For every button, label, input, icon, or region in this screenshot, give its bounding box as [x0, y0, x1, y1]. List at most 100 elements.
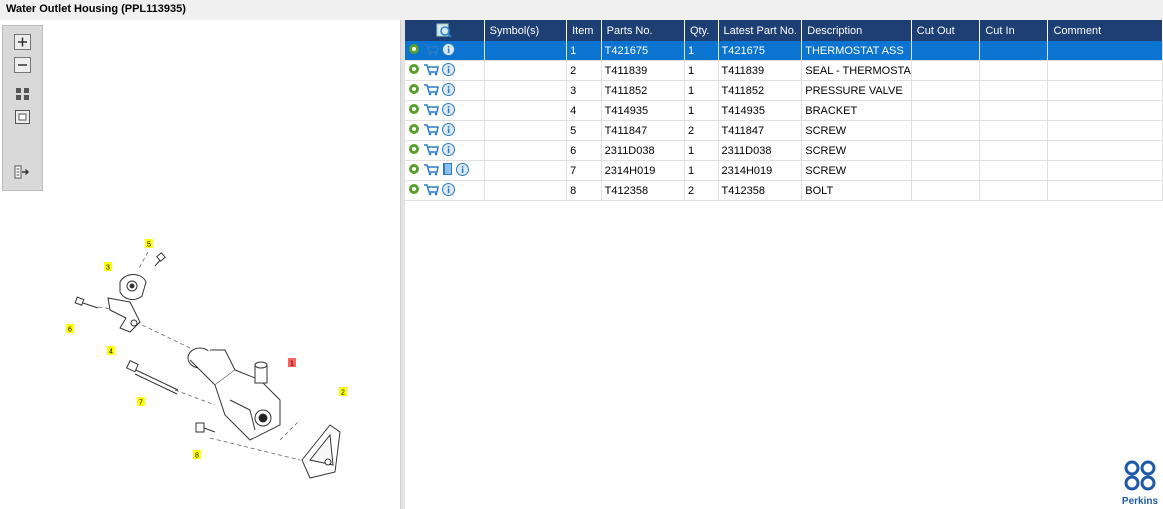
cart-icon[interactable] — [423, 63, 439, 79]
row-actions — [405, 140, 485, 161]
table-row[interactable]: 2 T411839 1 T411839 SEAL - THERMOSTA — [405, 60, 1163, 81]
cell-description: SCREW — [801, 140, 912, 161]
cell-cut-out — [911, 60, 981, 81]
cell-parts-no: T411852 — [601, 80, 686, 101]
column-qty[interactable]: Qty. — [684, 20, 719, 41]
cart-icon[interactable] — [423, 183, 439, 199]
exploded-parts-diagram[interactable]: 5 3 6 4 1 2 7 8 — [50, 210, 370, 490]
callout-2[interactable]: 2 — [339, 387, 347, 397]
cell-parts-no: T412358 — [601, 180, 686, 201]
cell-item: 3 — [566, 80, 602, 101]
info-icon[interactable] — [442, 122, 455, 139]
column-symbols[interactable]: Symbol(s) — [484, 20, 568, 41]
cell-latest-part-no: T414935 — [718, 100, 803, 121]
parts-table: Symbol(s) Item Parts No. Qty. Latest Par… — [405, 20, 1163, 201]
pressure-valve-drawing — [119, 274, 147, 300]
zoom-in-icon[interactable] — [14, 34, 31, 50]
cart-icon[interactable] — [423, 43, 439, 59]
cell-cut-in — [979, 120, 1049, 141]
cell-comment — [1047, 60, 1163, 81]
cell-cut-in — [979, 180, 1049, 201]
table-row[interactable]: 4 T414935 1 T414935 BRACKET — [405, 100, 1163, 121]
search-icon[interactable] — [436, 23, 452, 38]
cell-cut-out — [911, 100, 981, 121]
info-icon[interactable] — [442, 42, 455, 59]
column-latest-part-no[interactable]: Latest Part No. — [718, 20, 803, 41]
info-icon[interactable] — [442, 182, 455, 199]
table-row[interactable]: 8 T412358 2 T412358 BOLT — [405, 180, 1163, 201]
cart-icon[interactable] — [423, 163, 439, 179]
callout-1[interactable]: 1 — [288, 358, 296, 368]
table-row[interactable]: 5 T411847 2 T411847 SCREW — [405, 120, 1163, 141]
table-header: Symbol(s) Item Parts No. Qty. Latest Par… — [405, 20, 1163, 41]
perkins-logo: Perkins — [1120, 459, 1160, 507]
info-icon[interactable] — [442, 82, 455, 99]
cell-parts-no: 2311D038 — [601, 140, 686, 161]
cell-qty: 1 — [684, 100, 719, 121]
info-icon[interactable] — [456, 162, 469, 179]
svg-text:7: 7 — [139, 400, 143, 407]
column-description[interactable]: Description — [801, 20, 912, 41]
cell-latest-part-no: T411847 — [718, 120, 803, 141]
zoom-out-icon[interactable] — [14, 57, 31, 73]
cart-icon[interactable] — [423, 83, 439, 99]
gear-icon[interactable] — [408, 163, 420, 178]
cell-cut-in — [979, 60, 1049, 81]
cell-parts-no: T421675 — [601, 41, 686, 61]
row-actions — [405, 120, 485, 141]
actual-size-icon[interactable] — [14, 109, 31, 125]
cart-icon[interactable] — [423, 103, 439, 119]
cart-icon[interactable] — [423, 143, 439, 159]
cell-cut-in — [979, 140, 1049, 161]
title-bar: Water Outlet Housing (PPL113935) — [0, 0, 1163, 20]
cell-parts-no: T414935 — [601, 100, 686, 121]
export-icon[interactable] — [14, 164, 31, 180]
cell-description: THERMOSTAT ASS — [801, 41, 912, 61]
column-item[interactable]: Item — [566, 20, 602, 41]
parts-list-panel: Symbol(s) Item Parts No. Qty. Latest Par… — [405, 20, 1163, 509]
cell-qty: 1 — [684, 41, 719, 61]
info-icon[interactable] — [442, 142, 455, 159]
fit-grid-icon[interactable] — [14, 86, 31, 102]
callout-5[interactable]: 5 — [145, 239, 153, 249]
callout-4[interactable]: 4 — [107, 346, 115, 356]
gear-icon[interactable] — [408, 103, 420, 118]
callout-3[interactable]: 3 — [104, 262, 112, 272]
column-cut-in[interactable]: Cut In — [979, 20, 1049, 41]
zoom-toolbar — [2, 25, 43, 191]
callout-6[interactable]: 6 — [66, 324, 74, 334]
callout-7[interactable]: 7 — [137, 397, 145, 407]
column-parts-no[interactable]: Parts No. — [601, 20, 686, 41]
table-row[interactable]: 6 2311D038 1 2311D038 SCREW — [405, 140, 1163, 161]
info-icon[interactable] — [442, 62, 455, 79]
gear-icon[interactable] — [408, 83, 420, 98]
svg-text:1: 1 — [290, 361, 294, 368]
column-actions[interactable] — [405, 20, 485, 41]
column-cut-out[interactable]: Cut Out — [911, 20, 981, 41]
column-comment[interactable]: Comment — [1047, 20, 1163, 41]
cell-item: 4 — [566, 100, 602, 121]
gear-icon[interactable] — [408, 123, 420, 138]
row-actions — [405, 180, 485, 201]
cell-cut-out — [911, 41, 981, 61]
table-row[interactable]: 1 T421675 1 T421675 THERMOSTAT ASS — [405, 41, 1163, 61]
cell-cut-in — [979, 41, 1049, 61]
cart-icon[interactable] — [423, 123, 439, 139]
table-row[interactable]: 7 2314H019 1 2314H019 SCREW — [405, 160, 1163, 181]
row-actions — [405, 60, 485, 81]
gear-icon[interactable] — [408, 63, 420, 78]
cell-cut-in — [979, 160, 1049, 181]
callout-8[interactable]: 8 — [193, 450, 201, 460]
logo-text: Perkins — [1121, 496, 1159, 507]
book-icon[interactable] — [442, 162, 453, 179]
gear-icon[interactable] — [408, 43, 420, 58]
table-row[interactable]: 3 T411852 1 T411852 PRESSURE VALVE — [405, 80, 1163, 101]
gear-icon[interactable] — [408, 183, 420, 198]
illustration-panel[interactable]: 5 3 6 4 1 2 7 8 — [0, 20, 400, 509]
info-icon[interactable] — [442, 102, 455, 119]
cell-cut-out — [911, 160, 981, 181]
cell-item: 8 — [566, 180, 602, 201]
cell-item: 1 — [566, 41, 602, 61]
cell-comment — [1047, 160, 1163, 181]
gear-icon[interactable] — [408, 143, 420, 158]
